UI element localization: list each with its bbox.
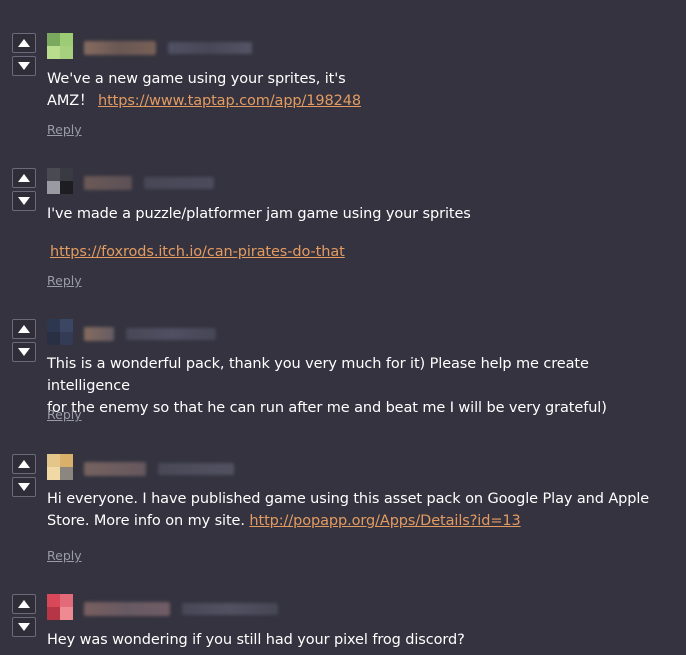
avatar[interactable]	[47, 319, 73, 345]
avatar[interactable]	[47, 33, 73, 59]
timestamp-redacted	[158, 463, 234, 475]
username-redacted[interactable]	[84, 41, 156, 55]
downvote-button[interactable]	[12, 342, 36, 362]
avatar[interactable]	[47, 168, 73, 194]
comment-text: I've made a puzzle/platformer jam game u…	[47, 206, 471, 222]
vote-controls	[12, 33, 36, 79]
triangle-down-icon	[18, 483, 30, 491]
comment-body: This is a wonderful pack, thank you very…	[47, 353, 667, 419]
comment-text: Store. More info on my site.	[47, 513, 250, 529]
reply-link[interactable]: Reply	[47, 548, 82, 563]
comment-text: We've a new game using your sprites, it'…	[47, 71, 346, 87]
reply-link[interactable]: Reply	[47, 407, 82, 422]
triangle-up-icon	[18, 325, 30, 333]
downvote-button[interactable]	[12, 56, 36, 76]
comment-body: We've a new game using your sprites, it'…	[47, 68, 667, 112]
downvote-button[interactable]	[12, 191, 36, 211]
comment-text: for the enemy so that he can run after m…	[47, 400, 607, 416]
triangle-down-icon	[18, 62, 30, 70]
upvote-button[interactable]	[12, 454, 36, 474]
comment-link[interactable]: http://popapp.org/Apps/Details?id=13	[249, 513, 520, 529]
downvote-button[interactable]	[12, 477, 36, 497]
reply-link[interactable]: Reply	[47, 273, 82, 288]
comment-link[interactable]: https://foxrods.itch.io/can-pirates-do-t…	[50, 244, 345, 260]
upvote-button[interactable]	[12, 168, 36, 188]
timestamp-redacted	[144, 177, 214, 189]
timestamp-redacted	[182, 603, 278, 615]
comment-meta	[84, 602, 278, 616]
comment-body: Hi everyone. I have published game using…	[47, 488, 667, 532]
comment-meta	[84, 41, 252, 55]
triangle-down-icon	[18, 348, 30, 356]
triangle-up-icon	[18, 174, 30, 182]
comment-meta	[84, 176, 214, 190]
username-redacted[interactable]	[84, 462, 146, 476]
comment-text: AMZ！	[47, 93, 98, 109]
comment-text: This is a wonderful pack, thank you very…	[47, 356, 589, 394]
comment-meta	[84, 327, 216, 341]
comment-body: I've made a puzzle/platformer jam game u…	[47, 203, 667, 263]
avatar[interactable]	[47, 594, 73, 620]
vote-controls	[12, 168, 36, 214]
avatar[interactable]	[47, 454, 73, 480]
comment-body: Hey was wondering if you still had your …	[47, 629, 667, 651]
reply-link[interactable]: Reply	[47, 122, 82, 137]
username-redacted[interactable]	[84, 176, 132, 190]
vote-controls	[12, 454, 36, 500]
triangle-up-icon	[18, 460, 30, 468]
comment-text: Hey was wondering if you still had your …	[47, 632, 465, 648]
upvote-button[interactable]	[12, 33, 36, 53]
upvote-button[interactable]	[12, 594, 36, 614]
downvote-button[interactable]	[12, 617, 36, 637]
username-redacted[interactable]	[84, 327, 114, 341]
timestamp-redacted	[168, 42, 252, 54]
upvote-button[interactable]	[12, 319, 36, 339]
username-redacted[interactable]	[84, 602, 170, 616]
timestamp-redacted	[126, 328, 216, 340]
triangle-up-icon	[18, 39, 30, 47]
vote-controls	[12, 319, 36, 365]
comment-link[interactable]: https://www.taptap.com/app/198248	[98, 93, 361, 109]
vote-controls	[12, 594, 36, 640]
triangle-down-icon	[18, 197, 30, 205]
triangle-down-icon	[18, 623, 30, 631]
comment-text: Hi everyone. I have published game using…	[47, 491, 650, 507]
triangle-up-icon	[18, 600, 30, 608]
comment-thread: We've a new game using your sprites, it'…	[0, 0, 686, 655]
comment-meta	[84, 462, 234, 476]
